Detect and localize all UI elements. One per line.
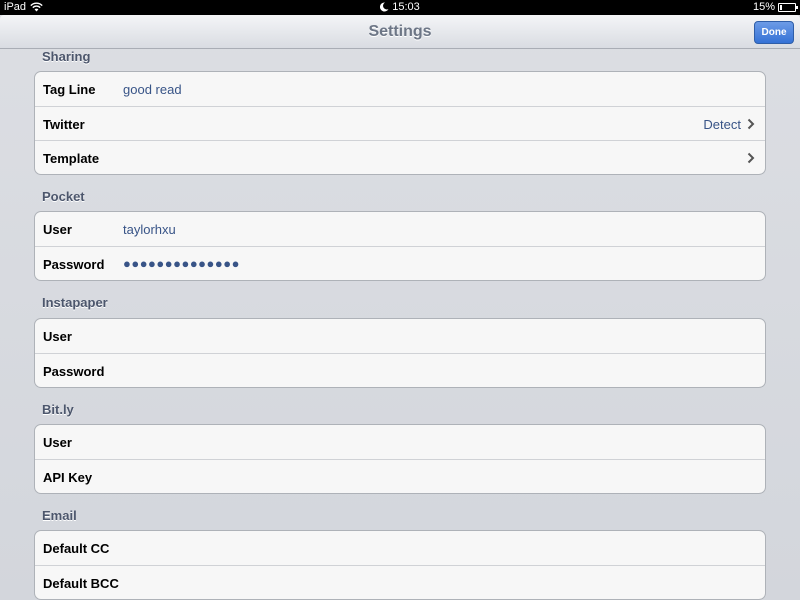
row-label: Twitter	[43, 117, 85, 132]
pocket-password-field[interactable]: ●●●●●●●●●●●●●●	[123, 256, 240, 271]
row-label: User	[43, 329, 72, 344]
row-twitter[interactable]: Twitter Detect	[35, 106, 765, 140]
row-default-bcc[interactable]: Default BCC	[35, 565, 765, 599]
status-center: 15:03	[0, 1, 800, 13]
status-time: 15:03	[392, 1, 420, 13]
done-button[interactable]: Done	[754, 21, 794, 44]
pocket-user-field[interactable]: taylorhxu	[123, 222, 176, 237]
page-title: Settings	[368, 23, 432, 40]
group-sharing: Tag Line good read Twitter Detect Templa…	[34, 71, 766, 175]
group-instapaper: User Password	[34, 318, 766, 388]
row-label: Password	[43, 364, 105, 379]
battery-icon	[778, 2, 798, 12]
row-template[interactable]: Template	[35, 140, 765, 174]
group-email: Default CC Default BCC	[34, 530, 766, 600]
navigation-bar: Settings Done	[0, 15, 800, 49]
row-tag-line[interactable]: Tag Line good read	[35, 72, 765, 106]
chevron-right-icon	[747, 152, 755, 164]
section-header-bitly: Bit.ly	[42, 402, 74, 417]
row-bitly-user[interactable]: User	[35, 425, 765, 459]
section-header-instapaper: Instapaper	[42, 295, 108, 310]
group-bitly: User API Key	[34, 424, 766, 494]
row-pocket-user[interactable]: User taylorhxu	[35, 212, 765, 246]
status-bar: iPad 15:03 15%	[0, 0, 800, 15]
row-instapaper-user[interactable]: User	[35, 319, 765, 353]
section-header-pocket: Pocket	[42, 189, 85, 204]
section-header-email: Email	[42, 508, 77, 523]
row-label: Password	[43, 257, 105, 272]
row-bitly-api-key[interactable]: API Key	[35, 459, 765, 493]
settings-list[interactable]: Sharing Tag Line good read Twitter Detec…	[0, 49, 800, 600]
group-pocket: User taylorhxu Password ●●●●●●●●●●●●●●	[34, 211, 766, 281]
chevron-right-icon	[747, 118, 755, 130]
row-label: User	[43, 435, 72, 450]
tag-line-field[interactable]: good read	[123, 82, 182, 97]
screen: iPad 15:03 15% Settings Done Sharing Tag…	[0, 0, 800, 600]
row-label: Tag Line	[43, 82, 96, 97]
moon-icon	[380, 2, 389, 12]
row-label: User	[43, 222, 72, 237]
row-label: Template	[43, 151, 100, 166]
status-right: 15%	[752, 1, 798, 13]
row-default-cc[interactable]: Default CC	[35, 531, 765, 565]
row-pocket-password[interactable]: Password ●●●●●●●●●●●●●●	[35, 246, 765, 280]
twitter-detail: Detect	[703, 117, 741, 132]
row-label: Default CC	[43, 541, 110, 556]
section-header-sharing: Sharing	[42, 49, 91, 64]
row-instapaper-password[interactable]: Password	[35, 353, 765, 387]
battery-percent: 15%	[752, 1, 775, 13]
row-label: API Key	[43, 470, 93, 485]
row-label: Default BCC	[43, 576, 119, 591]
